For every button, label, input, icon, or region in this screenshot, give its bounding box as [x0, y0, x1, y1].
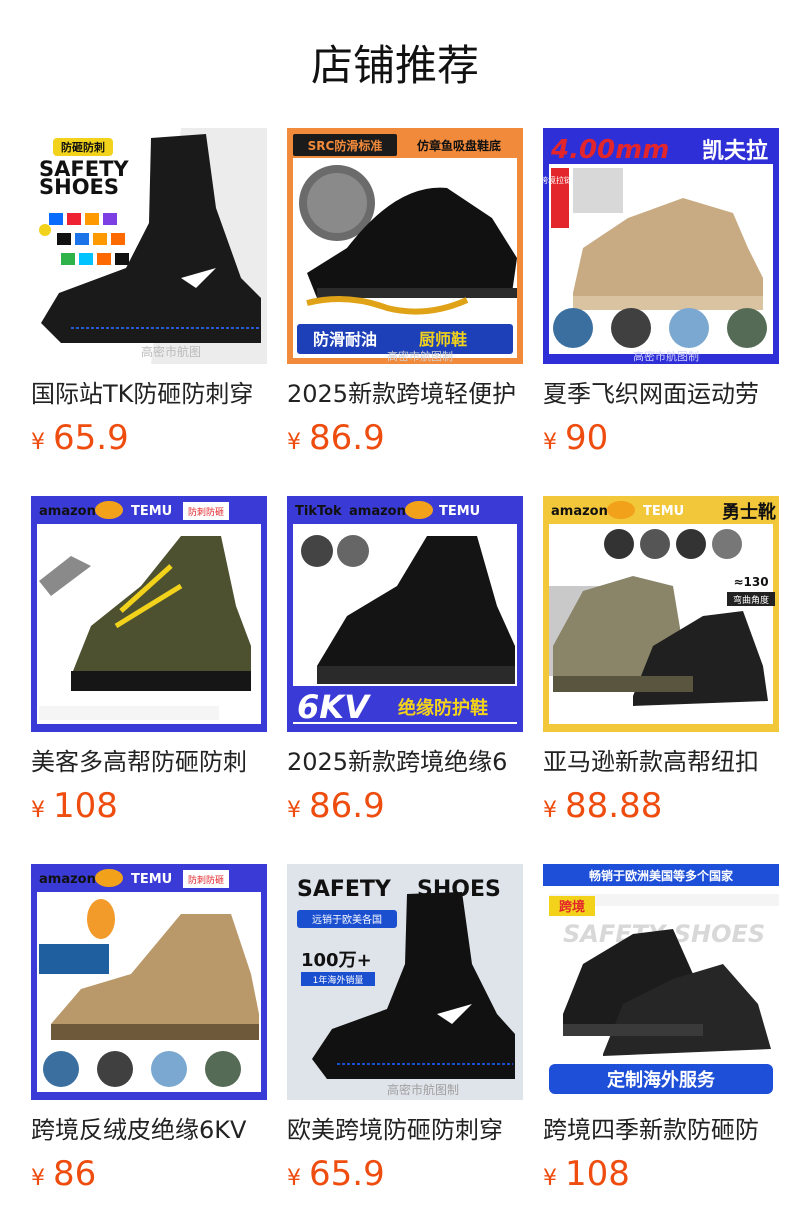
product-image[interactable]: amazon TEMU 防刺防砸 [31, 864, 267, 1100]
svg-text:100万+: 100万+ [301, 950, 372, 971]
product-name[interactable]: 国际站TK防砸防刺穿 [31, 378, 267, 410]
product-price: ¥108 [31, 786, 118, 826]
product-price: ¥86 [31, 1154, 97, 1194]
product-name[interactable]: 2025新款跨境轻便护 [287, 378, 523, 410]
product-name[interactable]: 跨境四季新款防砸防 [543, 1114, 779, 1146]
svg-text:高密市航图: 高密市航图 [141, 344, 201, 359]
product-image[interactable]: SRC防滑标准 仿章鱼吸盘鞋底 防滑耐油 厨师鞋 高密市航图制 [287, 128, 523, 364]
product-image[interactable]: 4.00mm 凯夫拉 跨境拉链袋 高密市航图制 [543, 128, 779, 364]
badge-text: 防砸防刺 [61, 140, 105, 154]
product-price: ¥88.88 [543, 786, 663, 826]
svg-text:SAFETY: SAFETY [297, 877, 392, 902]
svg-text:amazon: amazon [349, 504, 406, 519]
svg-text:防刺防砸: 防刺防砸 [188, 506, 224, 518]
svg-text:1年海外销量: 1年海外销量 [313, 974, 364, 986]
svg-text:SHOES: SHOES [39, 175, 119, 199]
svg-text:防滑耐油: 防滑耐油 [313, 330, 377, 349]
svg-text:高密市航图制: 高密市航图制 [633, 349, 699, 363]
product-image[interactable]: SAFETY SHOES 远销于欧美各国 100万+ 1年海外销量 高密市航图制 [287, 864, 523, 1100]
svg-text:≈130: ≈130 [733, 575, 768, 589]
svg-text:厨师鞋: 厨师鞋 [419, 330, 467, 349]
svg-text:TikTok: TikTok [295, 504, 342, 519]
product-name[interactable]: 亚马逊新款高帮纽扣 [543, 746, 779, 778]
product-card[interactable]: 畅销于欧洲美国等多个国家 跨境 SAFETY SHOES 定制海外服务 跨境四季… [543, 864, 779, 1204]
svg-text:4.00mm: 4.00mm [550, 135, 669, 165]
svg-text:amazon: amazon [39, 504, 96, 519]
product-image[interactable]: 防砸防刺 SAFETY SHOES 高密市航图 [31, 128, 267, 364]
product-name[interactable]: 欧美跨境防砸防刺穿 [287, 1114, 523, 1146]
svg-text:TEMU: TEMU [131, 504, 172, 519]
svg-text:勇士靴: 勇士靴 [722, 501, 776, 523]
product-price: ¥90 [543, 418, 609, 458]
svg-text:amazon: amazon [551, 504, 608, 519]
product-card[interactable]: SAFETY SHOES 远销于欧美各国 100万+ 1年海外销量 高密市航图制… [287, 864, 523, 1204]
svg-text:防刺防砸: 防刺防砸 [188, 874, 224, 886]
product-price: ¥108 [543, 1154, 630, 1194]
product-price: ¥86.9 [287, 786, 385, 826]
product-card[interactable]: amazon TEMU 防刺防砸 跨境反绒皮绝缘6KV ¥86 [31, 864, 267, 1204]
svg-text:畅销于欧洲美国等多个国家: 畅销于欧洲美国等多个国家 [589, 868, 734, 883]
product-image[interactable]: amazon TEMU 防刺防砸 [31, 496, 267, 732]
svg-text:SRC防滑标准: SRC防滑标准 [308, 138, 383, 153]
product-price: ¥86.9 [287, 418, 385, 458]
svg-text:跨境: 跨境 [559, 899, 585, 915]
svg-text:定制海外服务: 定制海外服务 [607, 1069, 716, 1091]
svg-text:弯曲角度: 弯曲角度 [733, 594, 769, 606]
svg-text:凯夫拉: 凯夫拉 [702, 138, 768, 164]
svg-text:TEMU: TEMU [643, 504, 684, 519]
product-card[interactable]: 4.00mm 凯夫拉 跨境拉链袋 高密市航图制 夏季飞织网面运动劳 ¥90 [543, 128, 779, 468]
svg-text:TEMU: TEMU [439, 504, 480, 519]
svg-text:远销于欧美各国: 远销于欧美各国 [312, 913, 382, 926]
product-name[interactable]: 跨境反绒皮绝缘6KV [31, 1114, 267, 1146]
product-card[interactable]: amazon TEMU 防刺防砸 美客多高帮防砸防刺 ¥108 [31, 496, 267, 836]
product-name[interactable]: 夏季飞织网面运动劳 [543, 378, 779, 410]
product-card[interactable]: 防砸防刺 SAFETY SHOES 高密市航图 国际站TK防砸防刺穿 ¥65.9 [31, 128, 267, 468]
svg-text:仿章鱼吸盘鞋底: 仿章鱼吸盘鞋底 [417, 138, 501, 153]
product-image[interactable]: TikTok amazon TEMU 6KV 绝缘防护鞋 [287, 496, 523, 732]
product-name[interactable]: 2025新款跨境绝缘6 [287, 746, 523, 778]
product-name[interactable]: 美客多高帮防砸防刺 [31, 746, 267, 778]
product-price: ¥65.9 [287, 1154, 385, 1194]
svg-text:TEMU: TEMU [131, 872, 172, 887]
svg-text:绝缘防护鞋: 绝缘防护鞋 [398, 697, 488, 719]
page-title: 店铺推荐 [310, 41, 479, 90]
product-image[interactable]: 畅销于欧洲美国等多个国家 跨境 SAFETY SHOES 定制海外服务 [543, 864, 779, 1100]
product-card[interactable]: TikTok amazon TEMU 6KV 绝缘防护鞋 2025新款跨境绝缘6… [287, 496, 523, 836]
svg-text:amazon: amazon [39, 872, 96, 887]
svg-text:高密市航图制: 高密市航图制 [387, 1082, 459, 1097]
svg-text:6KV: 6KV [297, 688, 371, 726]
product-image[interactable]: amazon TEMU 勇士靴 ≈130 弯曲角度 [543, 496, 779, 732]
product-price: ¥65.9 [31, 418, 129, 458]
product-card[interactable]: SRC防滑标准 仿章鱼吸盘鞋底 防滑耐油 厨师鞋 高密市航图制 2025新款跨境… [287, 128, 523, 468]
svg-text:高密市航图制: 高密市航图制 [387, 349, 453, 363]
product-card[interactable]: amazon TEMU 勇士靴 ≈130 弯曲角度 亚马逊新款高帮纽扣 ¥88.… [543, 496, 779, 836]
